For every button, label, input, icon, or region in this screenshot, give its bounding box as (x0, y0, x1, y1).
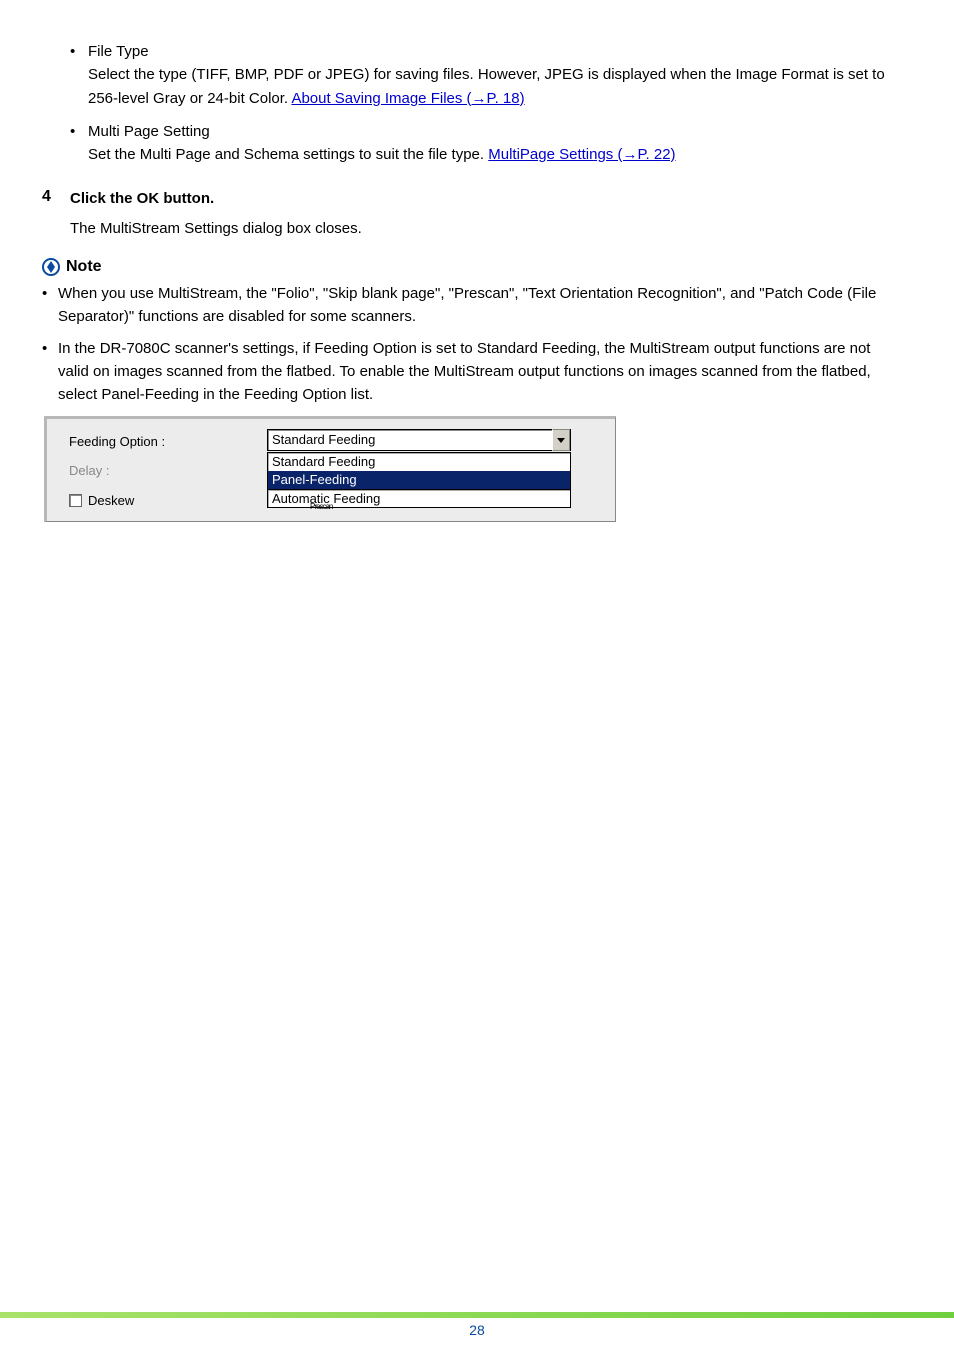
step-number: 4 (42, 188, 70, 206)
step-title: Click the OK button. (70, 188, 214, 211)
chevron-down-icon[interactable] (552, 429, 570, 451)
step-description: The MultiStream Settings dialog box clos… (70, 217, 894, 240)
delay-label: Delay : (69, 458, 267, 481)
feeding-option-dropdown: Standard Feeding Panel-Feeding (267, 452, 571, 490)
list-item: File Type Select the type (TIFF, BMP, PD… (70, 40, 894, 110)
deskew-checkbox[interactable] (69, 494, 82, 507)
item-title: File Type (88, 43, 149, 60)
feeding-option-combobox[interactable]: Standard Feeding (267, 429, 571, 451)
page-footer: 28 (0, 1312, 954, 1348)
feeding-option-screenshot: Feeding Option : Standard Feeding Standa… (44, 416, 616, 521)
note-item: In the DR-7080C scanner's settings, if F… (42, 337, 894, 522)
dropdown-item-standard-feeding[interactable]: Standard Feeding (268, 453, 570, 471)
combobox-value: Standard Feeding (272, 430, 375, 450)
link-about-saving-image-files[interactable]: About Saving Image Files (→P. 18) (291, 90, 524, 107)
feeding-option-label: Feeding Option : (69, 429, 267, 452)
link-multipage-settings[interactable]: MultiPage Settings (→P. 22) (488, 146, 675, 163)
note-item: When you use MultiStream, the "Folio", "… (42, 282, 894, 329)
step-4: 4 Click the OK button. (42, 188, 894, 211)
deskew-label: Deskew (88, 493, 134, 508)
note-title: Note (66, 258, 102, 276)
note-icon (42, 258, 60, 276)
item-title: Multi Page Setting (88, 123, 210, 140)
note-list: When you use MultiStream, the "Folio", "… (42, 282, 894, 522)
file-options-list: File Type Select the type (TIFF, BMP, PD… (70, 40, 894, 166)
note-header: Note (42, 258, 894, 276)
page-number: 28 (0, 1318, 954, 1348)
item-body: Set the Multi Page and Schema settings t… (88, 146, 488, 163)
list-item: Multi Page Setting Set the Multi Page an… (70, 120, 894, 167)
dropdown-item-panel-feeding[interactable]: Panel-Feeding (268, 471, 570, 489)
